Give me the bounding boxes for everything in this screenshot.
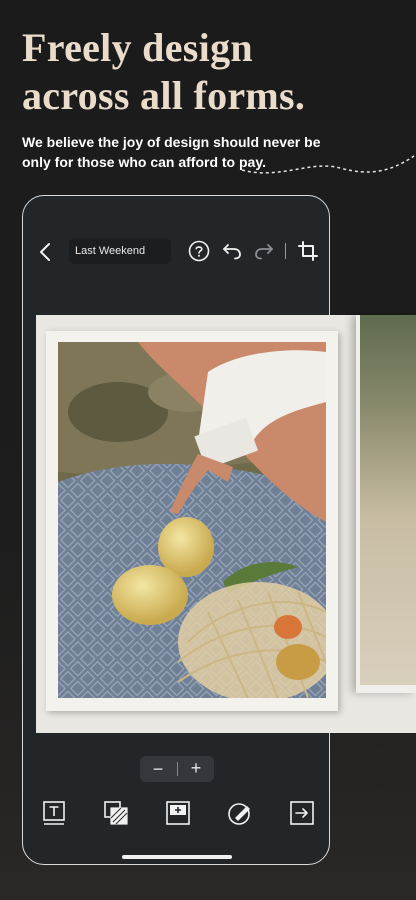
text-tool-icon[interactable] [41,800,67,826]
zoom-control: − + [140,756,214,782]
export-icon[interactable] [289,800,315,826]
polaroid-photo-card[interactable] [46,331,338,711]
document-title-field[interactable]: Last Weekend [69,238,171,264]
layers-tool-icon[interactable] [103,800,129,826]
headline-line-1: Freely design [22,25,253,70]
editor-toolbar: Last Weekend [23,232,329,272]
zoom-out-button[interactable]: − [150,760,166,778]
headline-line-2: across all forms. [22,73,306,118]
second-photo-card[interactable] [356,315,416,693]
headline: Freely design across all forms. [22,24,402,120]
undo-icon[interactable] [221,241,243,261]
redo-icon[interactable] [253,241,275,261]
chevron-left-icon[interactable] [35,241,57,263]
beach-photo [360,315,416,685]
zoom-in-button[interactable]: + [187,759,205,777]
add-frame-icon[interactable] [165,800,191,826]
question-circle-icon[interactable] [188,240,210,262]
picnic-photo [58,342,326,698]
dotted-curve-decoration [241,155,415,174]
home-indicator [122,855,232,859]
crop-icon[interactable] [297,240,319,262]
toolbar-divider [285,243,286,259]
edit-style-icon[interactable] [227,800,253,826]
zoom-divider [177,762,178,776]
